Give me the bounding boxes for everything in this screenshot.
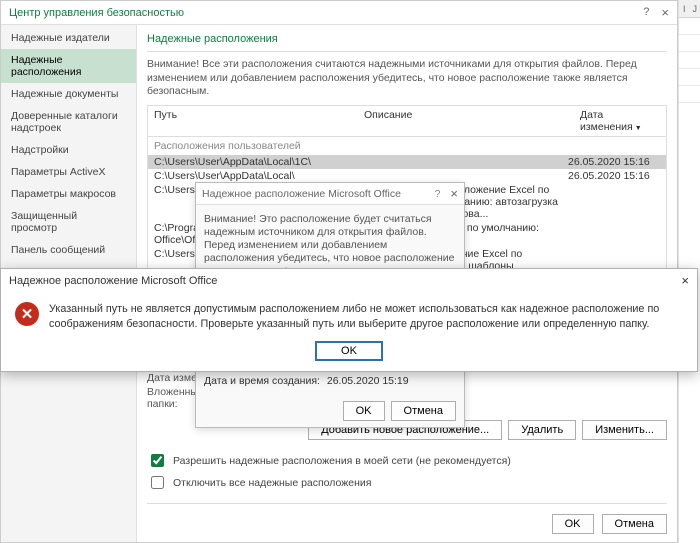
sub-created-value: 26.05.2020 15:19 — [327, 375, 409, 387]
excel-col-header: IJ — [679, 0, 700, 18]
error-title: Надежное расположение Microsoft Office — [9, 275, 681, 287]
group-label: Расположения пользователей — [148, 137, 666, 155]
sub-close-icon[interactable]: × — [450, 187, 458, 200]
list-header[interactable]: Путь Описание Дата изменения — [148, 106, 666, 137]
sidebar-item[interactable]: Защищенный просмотр — [1, 205, 136, 239]
options-checks: Разрешить надежные расположения в моей с… — [147, 448, 667, 495]
allow-network-check[interactable]: Разрешить надежные расположения в моей с… — [147, 451, 667, 470]
allow-network-checkbox[interactable] — [151, 454, 164, 467]
error-dialog: Надежное расположение Microsoft Office ×… — [0, 268, 698, 372]
ok-button[interactable]: OK — [552, 514, 594, 534]
sidebar-item[interactable]: Панель сообщений — [1, 239, 136, 261]
error-icon: ✕ — [15, 302, 39, 326]
dialog-footer: OK Отмена — [147, 510, 667, 534]
cancel-button[interactable]: Отмена — [602, 514, 667, 534]
remove-button[interactable]: Удалить — [508, 420, 576, 440]
close-icon[interactable]: × — [661, 6, 669, 19]
section-heading: Надежные расположения — [147, 33, 667, 45]
sidebar-item[interactable]: Надежные расположения — [1, 49, 136, 83]
window-title: Центр управления безопасностью — [9, 7, 643, 19]
list-row[interactable]: C:\Users\User\AppData\Local\1C\26.05.202… — [148, 155, 666, 169]
edit-button[interactable]: Изменить... — [582, 420, 667, 440]
sub-dialog-title: Надежное расположение Microsoft Office — [202, 188, 435, 200]
error-ok-button[interactable]: OK — [315, 341, 383, 361]
sub-cancel-button[interactable]: Отмена — [391, 401, 456, 421]
sidebar-item[interactable]: Надстройки — [1, 139, 136, 161]
col-desc: Описание — [358, 106, 574, 136]
disable-all-check[interactable]: Отключить все надежные расположения — [147, 473, 667, 492]
help-icon[interactable]: ? — [643, 6, 649, 19]
sidebar-item[interactable]: Доверенные каталоги надстроек — [1, 105, 136, 139]
sidebar-item[interactable]: Параметры макросов — [1, 183, 136, 205]
error-close-icon[interactable]: × — [681, 274, 689, 287]
sub-ok-button[interactable]: OK — [343, 401, 385, 421]
section-warning: Внимание! Все эти расположения считаются… — [147, 58, 667, 99]
sidebar-item[interactable]: Надежные документы — [1, 83, 136, 105]
list-row[interactable]: C:\Users\User\AppData\Local\26.05.2020 1… — [148, 169, 666, 183]
col-path: Путь — [148, 106, 358, 136]
sub-created-label: Дата и время создания: — [204, 375, 320, 387]
titlebar: Центр управления безопасностью ? × — [1, 1, 677, 25]
error-text: Указанный путь не является допустимым ра… — [49, 302, 683, 331]
col-date: Дата изменения — [574, 106, 666, 136]
sub-help-icon[interactable]: ? — [435, 188, 441, 200]
sidebar-item[interactable]: Надежные издатели — [1, 27, 136, 49]
disable-all-checkbox[interactable] — [151, 476, 164, 489]
sidebar-item[interactable]: Параметры ActiveX — [1, 161, 136, 183]
